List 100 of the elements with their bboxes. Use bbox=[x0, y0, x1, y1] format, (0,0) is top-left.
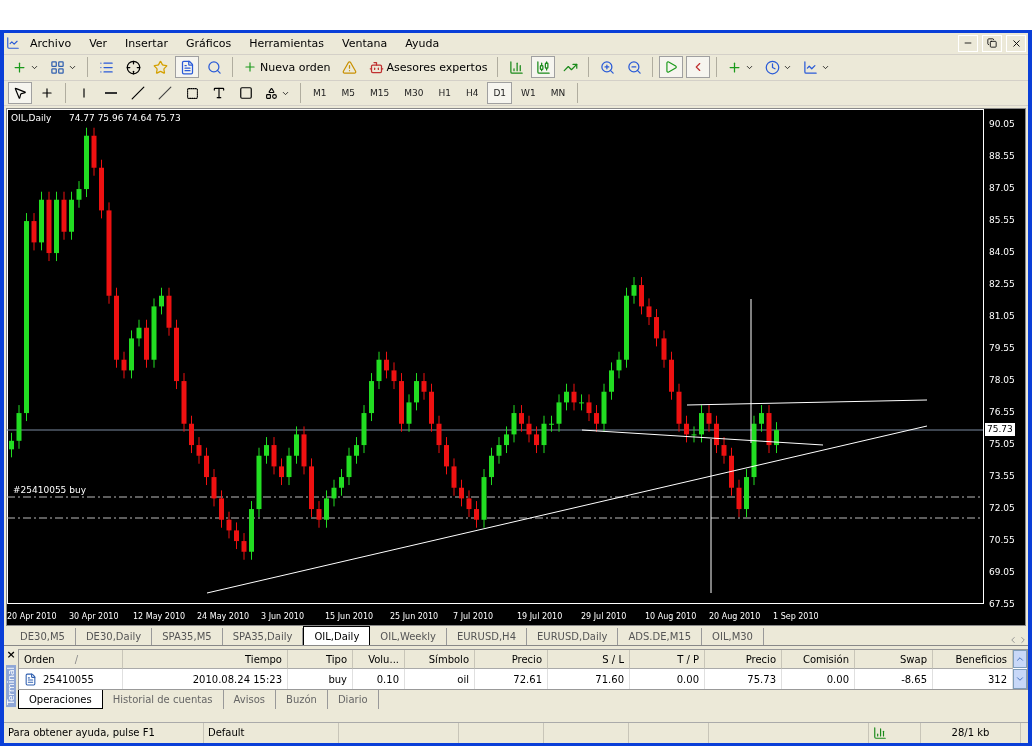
chart-tab[interactable]: ADS.DE,M15 bbox=[618, 628, 703, 646]
price-label: 72.05 bbox=[989, 503, 1015, 514]
column-header[interactable]: Comisión bbox=[782, 650, 855, 670]
scroll-left-icon[interactable] bbox=[1008, 635, 1018, 646]
candle bbox=[496, 437, 502, 465]
candle bbox=[324, 490, 329, 529]
chart-tab[interactable]: OIL,M30 bbox=[702, 628, 764, 646]
candle bbox=[406, 394, 412, 433]
candle bbox=[31, 213, 37, 252]
timeframe-button[interactable]: M30 bbox=[398, 82, 430, 105]
chart-tab[interactable]: SPA35,M5 bbox=[152, 628, 223, 646]
candle bbox=[181, 373, 187, 433]
terminal-tab[interactable]: Buzón bbox=[276, 690, 328, 710]
timeframe-button[interactable]: H1 bbox=[432, 82, 457, 105]
table-cell: 72.61 bbox=[475, 669, 548, 690]
candle bbox=[61, 191, 67, 241]
column-header[interactable]: Tiempo bbox=[123, 650, 288, 670]
menu-item[interactable]: Ver bbox=[81, 34, 116, 52]
play-icon bbox=[664, 60, 679, 75]
column-header[interactable]: Símbolo bbox=[405, 650, 475, 670]
price-label: 69.05 bbox=[989, 567, 1015, 578]
list-button[interactable] bbox=[175, 56, 199, 79]
price-label: 75.05 bbox=[989, 439, 1015, 450]
candle bbox=[301, 426, 307, 476]
plus-icon bbox=[12, 59, 27, 75]
minimize-button[interactable] bbox=[958, 34, 978, 52]
dotted-square-icon bbox=[185, 86, 199, 100]
table-cell: -8.65 bbox=[855, 669, 933, 690]
menu-item[interactable]: Gráficos bbox=[177, 34, 240, 52]
terminal-tab[interactable]: Operaciones bbox=[18, 690, 103, 710]
column-header[interactable]: Precio bbox=[705, 650, 782, 670]
menu-item[interactable]: Ayuda bbox=[397, 34, 448, 52]
column-header[interactable]: Orden / bbox=[19, 650, 123, 670]
timeframe-button[interactable]: W1 bbox=[515, 82, 542, 105]
candle bbox=[241, 533, 247, 561]
column-header[interactable]: Swap bbox=[855, 650, 933, 670]
candle bbox=[759, 405, 764, 433]
terminal-tab[interactable]: Avisos bbox=[223, 690, 276, 710]
candle bbox=[421, 373, 427, 401]
crosshair-icon bbox=[125, 59, 141, 75]
ohlc-values: 74.77 75.96 74.64 75.73 bbox=[69, 113, 181, 124]
new-order-button[interactable]: Nueva orden bbox=[239, 56, 335, 79]
terminal-tab[interactable]: Historial de cuentas bbox=[102, 690, 224, 710]
timeframe-button[interactable]: D1 bbox=[487, 82, 513, 105]
status-profile: Default bbox=[204, 723, 339, 743]
chart-style-button[interactable] bbox=[531, 56, 556, 79]
candle bbox=[369, 373, 374, 422]
diagonal-line-icon bbox=[131, 86, 145, 101]
auto-scroll-button[interactable] bbox=[659, 56, 684, 79]
column-header[interactable]: S / L bbox=[548, 650, 630, 670]
warning-icon bbox=[342, 59, 357, 75]
cursor-button[interactable] bbox=[8, 82, 32, 105]
column-header[interactable]: Volu... bbox=[353, 650, 405, 670]
menu-item[interactable]: Ventana bbox=[334, 34, 396, 52]
chart-tab[interactable]: EURUSD,H4 bbox=[447, 628, 527, 646]
chart-tab[interactable]: DE30,Daily bbox=[75, 628, 153, 646]
chart-tab[interactable]: EURUSD,Daily bbox=[527, 628, 619, 646]
scroll-right-icon[interactable] bbox=[1018, 635, 1028, 646]
table-cell: 0.00 bbox=[782, 669, 855, 690]
restore-button[interactable] bbox=[982, 34, 1002, 52]
sort-indicator: / bbox=[74, 653, 79, 665]
expert-advisors-button[interactable]: Asesores expertos bbox=[364, 56, 492, 79]
candle bbox=[211, 469, 217, 508]
column-header[interactable]: Precio bbox=[475, 650, 548, 670]
candle bbox=[204, 447, 209, 486]
candle bbox=[376, 351, 382, 390]
timeframe-button[interactable]: M15 bbox=[364, 82, 396, 105]
candle bbox=[129, 330, 134, 380]
timeframe-button[interactable]: M5 bbox=[335, 82, 361, 105]
date-label: 29 Jul 2010 bbox=[581, 612, 627, 622]
timeframe-button[interactable]: MN bbox=[544, 82, 572, 105]
candle bbox=[631, 277, 637, 305]
column-header[interactable]: Beneficios bbox=[933, 650, 1013, 670]
menu-item[interactable]: Insertar bbox=[117, 34, 176, 52]
column-header[interactable]: Tipo bbox=[288, 650, 353, 670]
candle bbox=[279, 458, 284, 486]
candle bbox=[249, 501, 254, 561]
chart-tab[interactable]: DE30,M5 bbox=[10, 628, 76, 646]
chart-tab[interactable]: OIL,Weekly bbox=[370, 628, 447, 646]
candle bbox=[99, 159, 104, 220]
timeframe-button[interactable]: H4 bbox=[459, 82, 485, 105]
search-icon bbox=[206, 59, 222, 75]
terminal-tab[interactable]: Diario bbox=[327, 690, 379, 710]
chart-tab[interactable]: OIL,Daily bbox=[303, 626, 371, 646]
star-icon bbox=[152, 59, 168, 75]
scroll-up-button[interactable] bbox=[1013, 650, 1027, 669]
menu-item[interactable]: Archivo bbox=[22, 34, 80, 52]
candle bbox=[226, 511, 232, 540]
menu-item[interactable]: Herramientas bbox=[241, 34, 333, 52]
timeframe-button[interactable]: M1 bbox=[307, 82, 333, 105]
candle bbox=[571, 383, 577, 412]
column-header[interactable]: T / P bbox=[630, 650, 705, 670]
date-label: 20 Aug 2010 bbox=[709, 612, 761, 622]
horizontal-line-icon bbox=[105, 92, 117, 94]
chart-shift-button[interactable] bbox=[686, 56, 711, 79]
date-label: 7 Jul 2010 bbox=[453, 612, 494, 622]
close-icon[interactable]: × bbox=[6, 649, 16, 662]
close-button[interactable] bbox=[1006, 34, 1026, 52]
candle bbox=[414, 373, 419, 412]
candle bbox=[706, 405, 712, 433]
